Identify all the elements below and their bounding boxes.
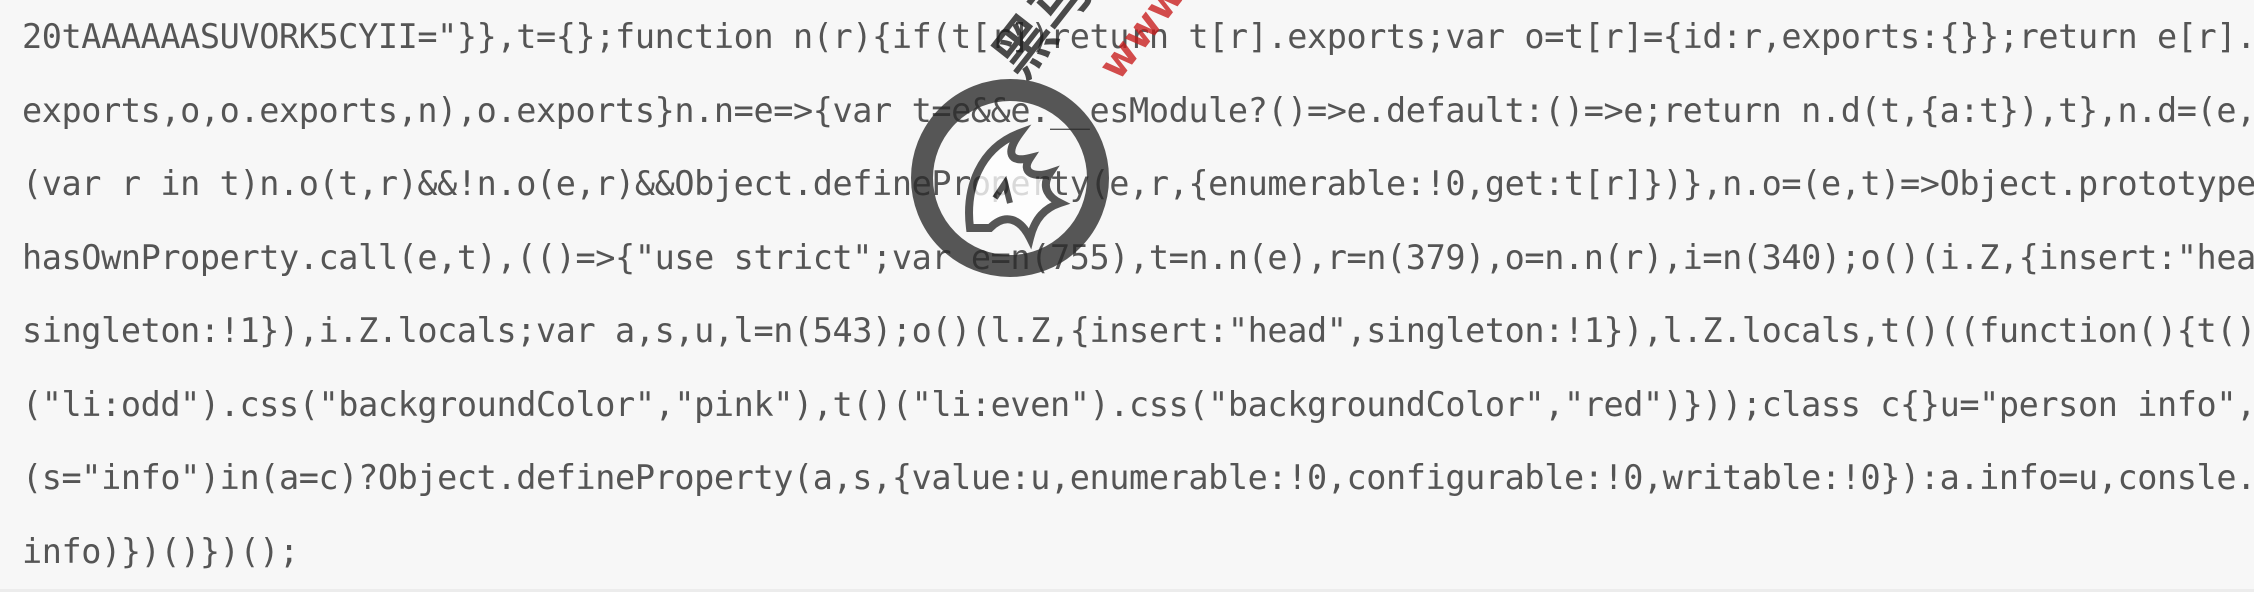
code-line: singleton:!1}),i.Z.locals;var a,s,u,l=n(… <box>22 311 2254 350</box>
code-line: (s="info")in(a=c)?Object.defineProperty(… <box>22 458 2254 497</box>
code-line: hasOwnProperty.call(e,t),(()=>{"use stri… <box>22 237 2254 277</box>
code-line: 20tAAAAAASUVORK5CYII="}},t={};function n… <box>22 17 2254 56</box>
code-line: ("li:odd").css("backgroundColor","pink")… <box>22 384 2254 424</box>
code-block: 20tAAAAAASUVORK5CYII="}},t={};function n… <box>0 0 2254 592</box>
code-line: (var r in t)n.o(t,r)&&!n.o(e,r)&&Object.… <box>22 164 2254 203</box>
code-line: info)})()})(); <box>22 531 299 571</box>
code-line: exports,o,o.exports,n),o.exports}n.n=e=>… <box>22 90 2254 130</box>
